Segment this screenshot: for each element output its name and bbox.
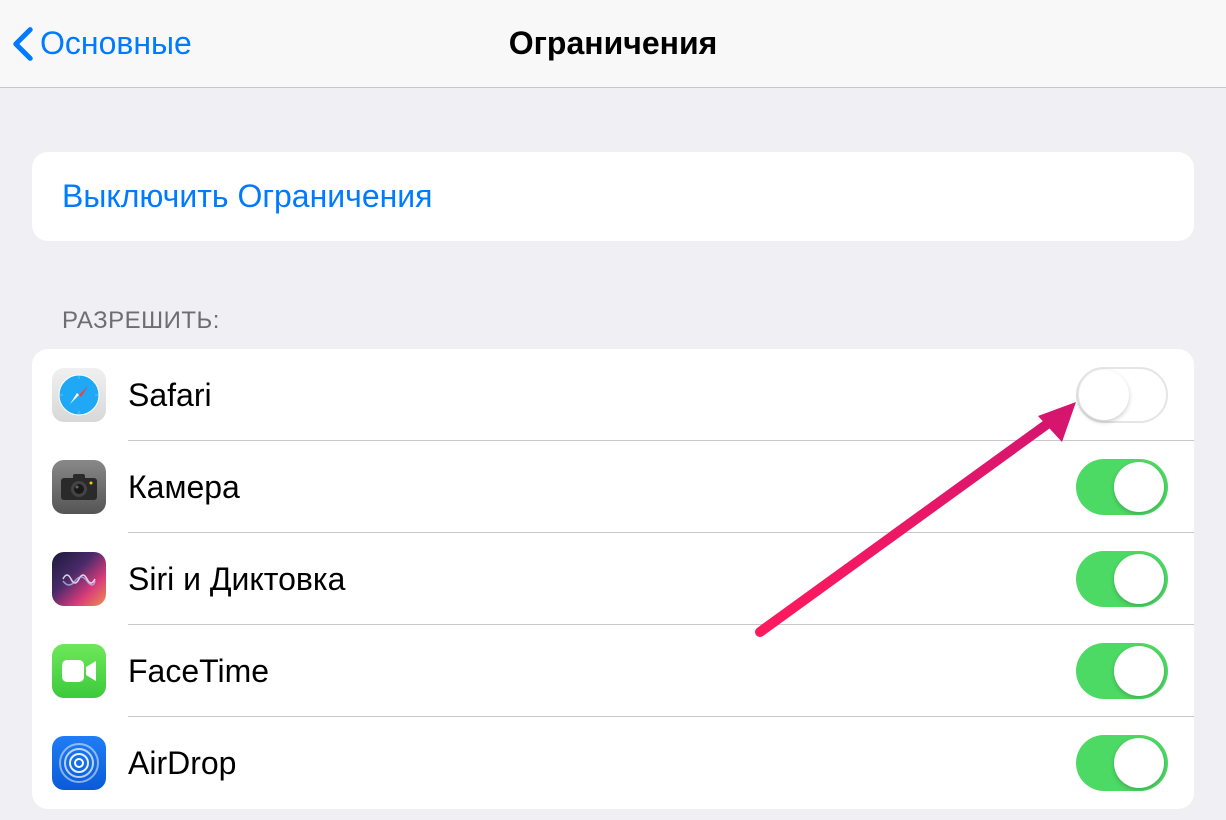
content-area: Выключить Ограничения РАЗРЕШИТЬ: Safari (0, 88, 1226, 809)
toggle-knob (1079, 370, 1129, 420)
back-label: Основные (40, 25, 192, 62)
chevron-left-icon (12, 26, 34, 62)
app-label: AirDrop (128, 745, 1076, 782)
list-item-camera: Камера (32, 441, 1194, 533)
disable-restrictions-group: Выключить Ограничения (32, 152, 1194, 241)
siri-icon (52, 552, 106, 606)
allow-app-list: Safari Камера (32, 349, 1194, 809)
toggle-knob (1114, 738, 1164, 788)
back-button[interactable]: Основные (0, 25, 192, 62)
navigation-bar: Основные Ограничения (0, 0, 1226, 88)
list-item-siri: Siri и Диктовка (32, 533, 1194, 625)
toggle-camera[interactable] (1076, 459, 1168, 515)
toggle-siri[interactable] (1076, 551, 1168, 607)
toggle-knob (1114, 554, 1164, 604)
toggle-airdrop[interactable] (1076, 735, 1168, 791)
toggle-safari[interactable] (1076, 367, 1168, 423)
list-item-airdrop: AirDrop (32, 717, 1194, 809)
app-label: Siri и Диктовка (128, 561, 1076, 598)
app-label: FaceTime (128, 653, 1076, 690)
allow-section-header: РАЗРЕШИТЬ: (62, 307, 1194, 335)
app-label: Safari (128, 377, 1076, 414)
facetime-icon (52, 644, 106, 698)
camera-icon (52, 460, 106, 514)
airdrop-icon (52, 736, 106, 790)
app-label: Камера (128, 469, 1076, 506)
toggle-knob (1114, 462, 1164, 512)
list-item-facetime: FaceTime (32, 625, 1194, 717)
page-title: Ограничения (509, 25, 718, 62)
list-item-safari: Safari (32, 349, 1194, 441)
toggle-facetime[interactable] (1076, 643, 1168, 699)
toggle-knob (1114, 646, 1164, 696)
safari-icon (52, 368, 106, 422)
disable-restrictions-button[interactable]: Выключить Ограничения (62, 178, 1164, 215)
